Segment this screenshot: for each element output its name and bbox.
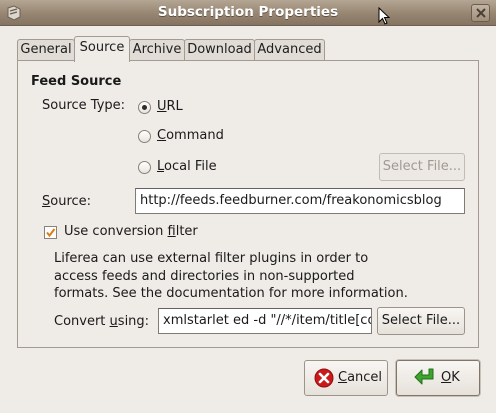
- url-radio-label[interactable]: URL: [157, 99, 183, 114]
- tab-download[interactable]: Download: [184, 39, 255, 61]
- source-url-input[interactable]: http://feeds.feedburner.com/freakonomics…: [135, 188, 465, 214]
- mnemonic: C: [338, 370, 348, 385]
- convert-using-label: Convert using:: [54, 314, 149, 329]
- url-radio[interactable]: [138, 101, 151, 114]
- label-text: ilter: [175, 224, 198, 239]
- mouse-pointer-icon: [378, 7, 390, 25]
- description-line: formats. See the documentation for more …: [54, 286, 408, 301]
- ok-label: OK: [441, 370, 460, 385]
- close-icon[interactable]: [471, 4, 490, 22]
- use-filter-checkbox[interactable]: [44, 226, 57, 239]
- description-line: Liferea can use external filter plugins …: [54, 251, 369, 266]
- mnemonic: u: [109, 314, 118, 329]
- tab-advanced[interactable]: Advanced: [254, 39, 325, 61]
- label-text: K: [451, 370, 460, 385]
- label-text: ocal File: [164, 159, 217, 174]
- tab-general[interactable]: General: [17, 39, 75, 61]
- ok-button[interactable]: OK: [396, 360, 480, 396]
- window-title: Subscription Properties: [157, 4, 339, 20]
- mnemonic: L: [157, 159, 165, 174]
- cancel-label: Cancel: [338, 370, 382, 385]
- filter-description: Liferea can use external filter plugins …: [54, 250, 408, 303]
- mnemonic: O: [441, 370, 452, 385]
- cancel-button[interactable]: Cancel: [304, 360, 388, 396]
- command-radio[interactable]: [138, 130, 151, 143]
- tab-archive[interactable]: Archive: [129, 39, 185, 61]
- command-radio-label[interactable]: Command: [157, 128, 224, 143]
- ok-arrow-icon: [414, 368, 434, 385]
- feed-source-heading: Feed Source: [31, 74, 122, 89]
- label-text: ancel: [347, 370, 383, 385]
- label-text: RL: [166, 99, 183, 114]
- mnemonic: f: [167, 224, 176, 239]
- mnemonic: C: [157, 128, 167, 143]
- mnemonic: U: [157, 99, 167, 114]
- tab-label: General: [20, 42, 72, 57]
- checkmark-icon: [46, 228, 56, 238]
- select-local-file-button[interactable]: Select File...: [379, 153, 465, 181]
- cancel-icon: [314, 368, 334, 388]
- tab-label: Source: [79, 40, 125, 55]
- tab-label: Download: [187, 42, 252, 57]
- select-filter-file-button[interactable]: Select File...: [377, 307, 465, 335]
- title-bar[interactable]: Subscription Properties: [0, 0, 496, 26]
- label-text: Convert: [54, 314, 110, 329]
- use-filter-label[interactable]: Use conversion filter: [64, 224, 198, 239]
- description-line: access feeds and directories in non-supp…: [54, 268, 355, 284]
- tab-source[interactable]: Source: [74, 36, 130, 62]
- label-text: sing:: [117, 314, 150, 329]
- label-text: ommand: [166, 128, 224, 143]
- tab-label: Archive: [132, 42, 182, 57]
- tab-label: Advanced: [257, 42, 322, 57]
- local-file-radio[interactable]: [138, 161, 151, 174]
- source-label: Source:: [42, 194, 91, 209]
- local-file-radio-label[interactable]: Local File: [157, 159, 217, 174]
- label-text: Use conversion: [64, 224, 168, 239]
- source-type-label: Source Type:: [42, 98, 126, 113]
- label-text: ource:: [50, 194, 92, 209]
- filter-command-input[interactable]: xmlstarlet ed -d "//*/item/title[co: [158, 308, 372, 334]
